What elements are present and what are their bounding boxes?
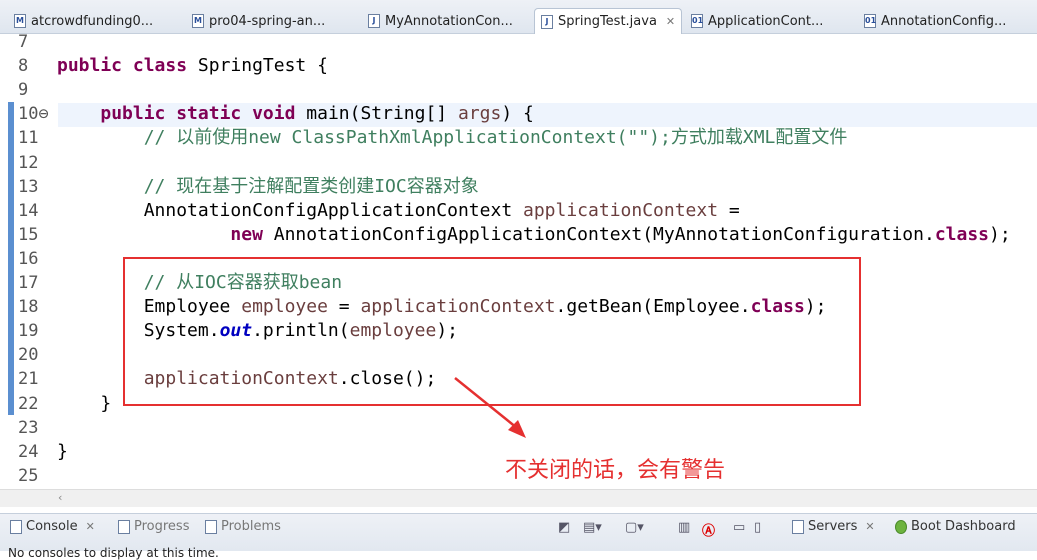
annotation-note: 不关闭的话，会有警告 [505,458,726,483]
horizontal-scrollbar[interactable]: ‹ [0,489,1037,507]
close-icon[interactable]: ✕ [865,520,874,533]
bottom-panel: Console ✕ Progress Problems ◩ ▤▾ ▢▾ ▥ Ⓐ ▭… [0,513,1037,560]
open-console-icon[interactable]: ▢▾ [625,520,644,535]
tab-servers[interactable]: Servers ✕ [792,519,875,534]
clear-console-icon[interactable]: Ⓐ [702,520,715,539]
servers-icon [792,519,804,534]
console-icon [10,519,22,534]
console-settings-icon[interactable]: ▥ [678,520,690,535]
maximize-icon[interactable]: ▯ [754,520,761,535]
tab-progress[interactable]: Progress [118,519,189,534]
tab-problems[interactable]: Problems [205,519,281,534]
pin-console-icon[interactable]: ◩ [558,520,570,535]
tab-boot-dashboard[interactable]: Boot Dashboard [895,519,1016,534]
tab-console[interactable]: Console ✕ [10,519,95,534]
console-message: No consoles to display at this time. [8,546,219,560]
progress-icon [118,519,130,534]
display-console-icon[interactable]: ▤▾ [583,520,602,535]
problems-icon [205,519,217,534]
minimize-icon[interactable]: ▭ [733,520,745,535]
close-icon[interactable]: ✕ [86,520,95,533]
boot-dashboard-icon [895,519,907,534]
